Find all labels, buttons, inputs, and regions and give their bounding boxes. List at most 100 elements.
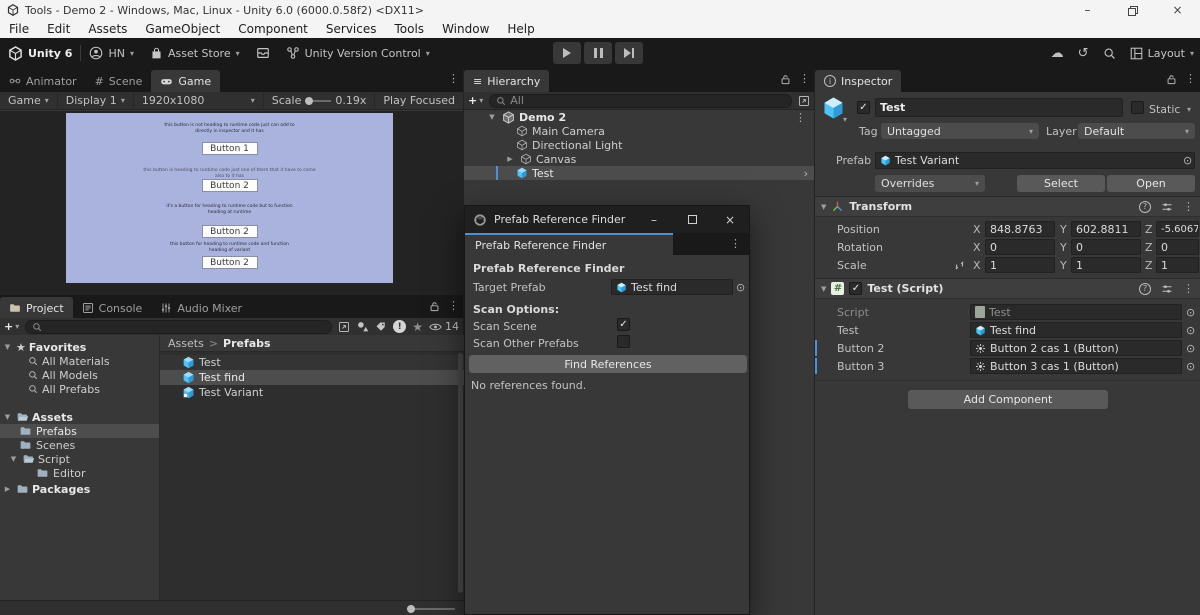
position-z-field[interactable]: -5.606785 <box>1156 221 1199 237</box>
foldout-open-icon[interactable]: ▼ <box>8 455 19 463</box>
archive-button[interactable] <box>248 46 278 60</box>
kebab-menu-icon[interactable]: ⋮ <box>799 72 810 85</box>
hierarchy-item-main-camera[interactable]: Main Camera <box>464 124 814 138</box>
search-by-label-icon[interactable] <box>375 320 387 333</box>
object-picker-icon[interactable]: ⊙ <box>1186 324 1195 337</box>
history-icon[interactable]: ↺ <box>1078 46 1089 61</box>
scale-x-field[interactable]: 1 <box>985 257 1055 273</box>
menu-component[interactable]: Component <box>229 20 317 38</box>
add-asset-button[interactable]: +▾ <box>4 320 19 333</box>
foldout-open-icon[interactable]: ▼ <box>821 285 826 293</box>
presets-icon[interactable] <box>1161 201 1173 213</box>
menu-tools[interactable]: Tools <box>386 20 434 38</box>
foldout-open-icon[interactable]: ▼ <box>2 413 13 421</box>
play-focused-dropdown[interactable]: Play Focused <box>375 92 463 110</box>
resolution-dropdown[interactable]: 1920x1080▾ <box>134 92 264 110</box>
play-button[interactable] <box>553 42 581 64</box>
link-scale-icon[interactable] <box>953 258 966 272</box>
static-checkbox[interactable] <box>1131 101 1144 114</box>
lock-icon[interactable] <box>1166 72 1177 85</box>
select-button[interactable]: Select <box>1017 175 1105 192</box>
finder-titlebar[interactable]: Prefab Reference Finder – × <box>465 206 749 233</box>
object-picker-icon[interactable]: ⊙ <box>1186 342 1195 355</box>
tab-prefab-reference-finder[interactable]: Prefab Reference Finder <box>465 233 673 255</box>
foldout-closed-icon[interactable]: ▶ <box>2 485 13 493</box>
minimize-button[interactable]: – <box>1065 0 1110 20</box>
folder-scenes[interactable]: Scenes <box>0 438 159 452</box>
add-object-button[interactable]: +▾ <box>468 94 483 107</box>
object-picker-icon[interactable]: ⊙ <box>736 281 745 294</box>
tab-scene[interactable]: # Scene <box>86 70 152 92</box>
prefab-enter-chevron-icon[interactable]: › <box>804 167 808 180</box>
prefab-object-field[interactable]: Test Variant <box>875 152 1195 169</box>
kebab-menu-icon[interactable]: ⋮ <box>1183 200 1194 213</box>
hierarchy-scene-row[interactable]: ▼ Demo 2 ⋮ <box>464 110 814 124</box>
favorite-all-models[interactable]: All Models <box>0 368 159 382</box>
folder-packages[interactable]: ▶ Packages <box>0 482 159 496</box>
asset-test-find[interactable]: Test find <box>160 370 464 385</box>
hierarchy-item-canvas[interactable]: ▶ Canvas <box>464 152 814 166</box>
folder-editor[interactable]: Editor <box>0 466 159 480</box>
folder-assets[interactable]: ▼ Assets <box>0 410 159 424</box>
tab-inspector[interactable]: i Inspector <box>815 70 901 92</box>
script-object-field[interactable]: Test <box>970 304 1182 320</box>
help-icon[interactable]: ? <box>1139 201 1151 213</box>
position-y-field[interactable]: 602.8811 <box>1071 221 1141 237</box>
version-control-button[interactable]: Unity Version Control ▾ <box>278 46 438 60</box>
help-icon[interactable]: ? <box>1139 283 1151 295</box>
object-picker-icon[interactable]: ⊙ <box>1186 306 1195 319</box>
breadcrumb-root[interactable]: Assets <box>168 337 204 350</box>
game-button-1[interactable]: Button 1 <box>202 142 258 155</box>
kebab-menu-icon[interactable]: ⋮ <box>795 111 806 124</box>
presets-icon[interactable] <box>1161 283 1173 295</box>
tab-project[interactable]: Project <box>0 297 73 319</box>
game-button-4[interactable]: Button 2 <box>202 256 258 269</box>
favorite-all-prefabs[interactable]: All Prefabs <box>0 382 159 396</box>
foldout-closed-icon[interactable]: ▶ <box>504 155 516 163</box>
asset-test[interactable]: Test <box>160 355 464 370</box>
restore-button[interactable] <box>1110 0 1155 20</box>
cloud-icon[interactable]: ☁ <box>1051 46 1064 61</box>
thumbnail-size-knob[interactable] <box>407 605 415 613</box>
component-enabled-checkbox[interactable]: ✓ <box>849 282 862 295</box>
scale-slider[interactable] <box>305 100 331 102</box>
scan-other-prefabs-checkbox[interactable] <box>617 335 630 348</box>
kebab-menu-icon[interactable]: ⋮ <box>1183 282 1194 295</box>
asset-store-button[interactable]: Asset Store ▾ <box>142 47 248 60</box>
overrides-dropdown[interactable]: Overrides▾ <box>875 175 985 192</box>
pause-button[interactable] <box>584 42 612 64</box>
scale-slider-knob[interactable] <box>305 97 313 105</box>
tab-hierarchy[interactable]: ≡ Hierarchy <box>464 70 549 92</box>
target-prefab-field[interactable]: Test find <box>611 279 733 295</box>
search-icon[interactable] <box>1103 46 1116 60</box>
foldout-open-icon[interactable]: ▼ <box>486 113 498 121</box>
asset-test-variant[interactable]: Test Variant <box>160 385 464 400</box>
foldout-open-icon[interactable]: ▼ <box>2 343 13 351</box>
scan-scene-checkbox[interactable]: ✓ <box>617 318 630 331</box>
game-button-2[interactable]: Button 2 <box>202 179 258 192</box>
account-button[interactable]: HN ▾ <box>81 46 142 60</box>
rotation-y-field[interactable]: 0 <box>1071 239 1141 255</box>
position-x-field[interactable]: 848.8763 <box>985 221 1055 237</box>
open-search-window-icon[interactable] <box>798 94 810 107</box>
tab-animator[interactable]: Animator <box>0 70 86 92</box>
test-object-field[interactable]: Test find <box>970 322 1182 338</box>
tab-console[interactable]: Console <box>73 297 152 319</box>
finder-maximize-button[interactable] <box>673 206 711 233</box>
menu-window[interactable]: Window <box>433 20 498 38</box>
folder-script[interactable]: ▼ Script <box>0 452 159 466</box>
open-button[interactable]: Open <box>1107 175 1195 192</box>
layer-dropdown[interactable]: Default▾ <box>1078 123 1195 139</box>
hierarchy-item-directional-light[interactable]: Directional Light <box>464 138 814 152</box>
find-references-button[interactable]: Find References <box>469 355 747 373</box>
step-button[interactable] <box>615 42 643 64</box>
display-dropdown[interactable]: Display 1▾ <box>58 92 134 110</box>
name-field[interactable]: Test <box>875 98 1123 117</box>
tag-dropdown[interactable]: Untagged▾ <box>881 123 1039 139</box>
rotation-x-field[interactable]: 0 <box>985 239 1055 255</box>
object-picker-icon[interactable]: ⊙ <box>1186 360 1195 373</box>
favorites-root[interactable]: ▼ ★ Favorites <box>0 340 159 354</box>
kebab-menu-icon[interactable]: ⋮ <box>448 72 459 85</box>
menu-assets[interactable]: Assets <box>79 20 136 38</box>
static-flags-caret[interactable]: ▾ <box>1187 105 1191 114</box>
